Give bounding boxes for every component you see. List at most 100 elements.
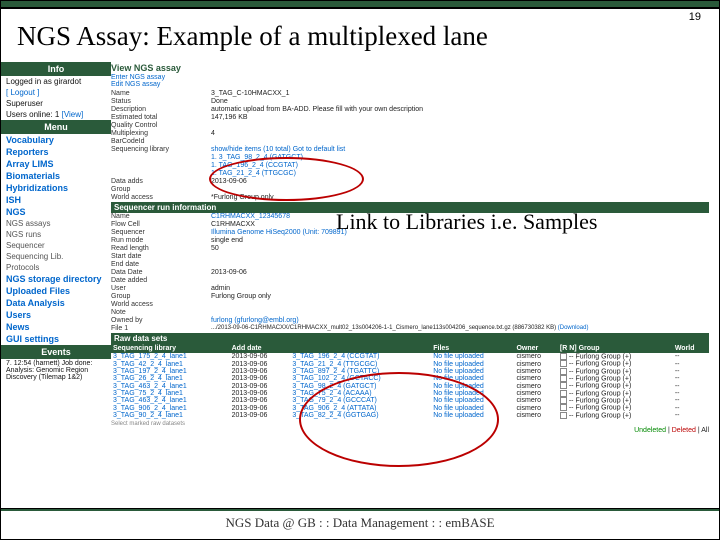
cell-group: -- Furlong Group (+) — [558, 368, 673, 375]
table-row: 3_TAG_906_2_4_lane12013-09-063_TAG_906_2… — [111, 404, 709, 411]
sidebar-item-ngs-storage[interactable]: NGS storage directory — [1, 273, 111, 285]
sidebar-item-ngs[interactable]: NGS — [1, 206, 111, 218]
cell-files[interactable]: No file uploaded — [431, 382, 514, 389]
cell-files[interactable]: No file uploaded — [431, 353, 514, 360]
sidebar-item-reporters[interactable]: Reporters — [1, 146, 111, 158]
val-owned[interactable]: furlong (gfurlong@embl.org) — [211, 317, 299, 324]
cell-files[interactable]: No file uploaded — [431, 360, 514, 367]
checkbox-icon[interactable] — [560, 412, 567, 419]
download-link[interactable]: (Download) — [558, 325, 589, 331]
sidebar-item-gui-settings[interactable]: GUI settings — [1, 333, 111, 345]
cell-lib[interactable]: 3_TAG_197_2_4_lane1 — [111, 368, 230, 375]
checkbox-icon[interactable] — [560, 397, 567, 404]
val-run-name[interactable]: C1RHMACXX_12345678 — [211, 213, 290, 220]
sidebar-sub-sequencing-lib[interactable]: Sequencing Lib. — [1, 251, 111, 262]
sidebar-sub-ngs-assays[interactable]: NGS assays — [1, 218, 111, 229]
lbl-datadate: Data Date — [111, 269, 211, 276]
val-readlen: 50 — [211, 245, 219, 252]
lbl-dateadded: Date added — [111, 277, 211, 284]
val-datadate: 2013-09-06 — [211, 269, 247, 276]
checkbox-icon[interactable] — [560, 390, 567, 397]
seqlib-item-0[interactable]: 1. 3_TAG_98_2_4 (GATGCT) — [211, 154, 303, 161]
cell-tag[interactable]: 3_TAG_906_2_4 (ATTATA) — [290, 404, 431, 411]
sidebar-menu-header: Menu — [1, 120, 111, 134]
cell-tag[interactable]: 3_TAG_82_2_4 (GGTGAG) — [290, 412, 431, 419]
cell-world: -- — [673, 404, 709, 411]
cell-tag[interactable]: 3_TAG_21_2_4 (TTGCGC) — [290, 360, 431, 367]
cell-files[interactable]: No file uploaded — [431, 397, 514, 404]
cell-files[interactable]: No file uploaded — [431, 412, 514, 419]
th-adddate: Add date — [230, 344, 291, 353]
cell-tag[interactable]: 3_TAG_897_2_4 (TGATTC) — [290, 368, 431, 375]
cell-tag[interactable]: 3_TAG_79_2_4 (GCCCAT) — [290, 397, 431, 404]
cell-owner: cismero — [514, 368, 557, 375]
users-online: Users online: 1 [View] — [1, 109, 111, 120]
lbl-readlen: Read length — [111, 245, 211, 252]
checkbox-icon[interactable] — [560, 360, 567, 367]
cell-lib[interactable]: 3_TAG_90_2_4_lane1 — [111, 412, 230, 419]
lbl-sequencer: Sequencer — [111, 229, 211, 236]
seqlib-item-2[interactable]: 1. TAG_21_2_4 (TTGCGC) — [211, 170, 296, 177]
cell-owner: cismero — [514, 404, 557, 411]
cell-lib[interactable]: 3_TAG_42_2_4_lane1 — [111, 360, 230, 367]
cell-lib[interactable]: 3_TAG_463_2_4_lane1 — [111, 397, 230, 404]
sidebar-item-users[interactable]: Users — [1, 309, 111, 321]
cell-date: 2013-09-06 — [230, 390, 291, 397]
sidebar-item-vocabulary[interactable]: Vocabulary — [1, 134, 111, 146]
cell-files[interactable]: No file uploaded — [431, 404, 514, 411]
sidebar-item-news[interactable]: News — [1, 321, 111, 333]
sidebar-sub-ngs-runs[interactable]: NGS runs — [1, 229, 111, 240]
cell-world: -- — [673, 412, 709, 419]
cell-world: -- — [673, 397, 709, 404]
cell-tag[interactable]: 3_TAG_102_2_4 (GCTACC) — [290, 375, 431, 382]
sidebar-item-data-analysis[interactable]: Data Analysis — [1, 297, 111, 309]
sidebar-sub-protocols[interactable]: Protocols — [1, 262, 111, 273]
cell-world: -- — [673, 368, 709, 375]
checkbox-icon[interactable] — [560, 353, 567, 360]
lbl-world: World access — [111, 194, 211, 201]
cell-tag[interactable]: 3_TAG_98_2_4 (GATGCT) — [290, 382, 431, 389]
sidebar-item-ish[interactable]: ISH — [1, 194, 111, 206]
checkbox-icon[interactable] — [560, 375, 567, 382]
val-multiplex: 4 — [211, 130, 215, 137]
cell-files[interactable]: No file uploaded — [431, 375, 514, 382]
cell-files[interactable]: No file uploaded — [431, 390, 514, 397]
sidebar-item-hybridizations[interactable]: Hybridizations — [1, 182, 111, 194]
cell-date: 2013-09-06 — [230, 360, 291, 367]
cell-lib[interactable]: 3_TAG_463_2_4_lane1 — [111, 382, 230, 389]
cell-group: -- Furlong Group (+) — [558, 412, 673, 419]
deleted-link[interactable]: Deleted — [672, 427, 696, 434]
app-screenshot: Info Logged in as girardot [ Logout ] Su… — [1, 62, 719, 434]
lbl-group: Group — [111, 186, 211, 193]
checkbox-icon[interactable] — [560, 404, 567, 411]
seqlib-item-1[interactable]: 1. TAG_196_2_4 (CCGTAT) — [211, 162, 298, 169]
sidebar-item-array-lims[interactable]: Array LIMS — [1, 158, 111, 170]
sidebar-item-uploaded-files[interactable]: Uploaded Files — [1, 285, 111, 297]
val-sequencer[interactable]: Illumina Genome HiSeq2000 (Unit: 709891) — [211, 229, 347, 236]
cell-lib[interactable]: 3_TAG_26_2_4_lane1 — [111, 375, 230, 382]
cell-lib[interactable]: 3_TAG_75_2_4_lane1 — [111, 390, 230, 397]
lbl-rworld: World access — [111, 301, 211, 308]
view-users-link[interactable]: [View] — [62, 110, 84, 119]
superuser-label: Superuser — [1, 98, 111, 109]
lbl-status: Status — [111, 98, 211, 105]
showhide-link[interactable]: show/hide items (10 total) — [211, 146, 291, 153]
all-link[interactable]: All — [701, 427, 709, 434]
goto-default-link[interactable]: Got to default list — [293, 146, 346, 153]
cell-tag[interactable]: 3_TAG_75_2_4 (ACAAA) — [290, 390, 431, 397]
view-sublinks[interactable]: Enter NGS assay Edit NGS assay — [111, 74, 709, 90]
cell-owner: cismero — [514, 360, 557, 367]
cell-tag[interactable]: 3_TAG_196_2_4 (CCGTAT) — [290, 353, 431, 360]
cell-lib[interactable]: 3_TAG_906_2_4_lane1 — [111, 404, 230, 411]
checkbox-icon[interactable] — [560, 382, 567, 389]
cell-owner: cismero — [514, 353, 557, 360]
logout-link[interactable]: [ Logout ] — [1, 87, 111, 98]
cell-lib[interactable]: 3_TAG_175_2_4_lane1 — [111, 353, 230, 360]
sidebar-sub-sequencer[interactable]: Sequencer — [1, 240, 111, 251]
cell-date: 2013-09-06 — [230, 382, 291, 389]
lbl-runmode: Run mode — [111, 237, 211, 244]
undeleted-link[interactable]: Undeleted — [634, 427, 666, 434]
cell-files[interactable]: No file uploaded — [431, 368, 514, 375]
sidebar-item-biomaterials[interactable]: Biomaterials — [1, 170, 111, 182]
checkbox-icon[interactable] — [560, 368, 567, 375]
